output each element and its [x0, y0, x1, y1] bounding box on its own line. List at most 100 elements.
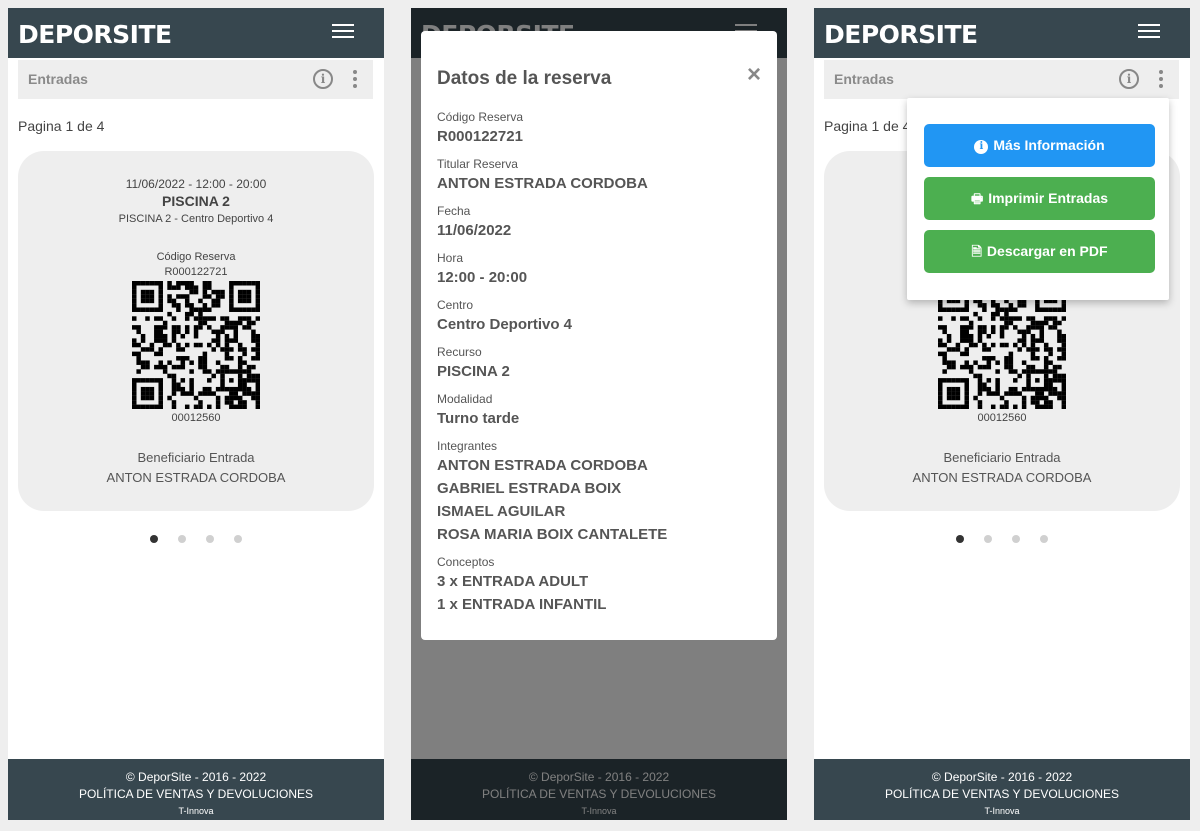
qr-module: [242, 386, 247, 392]
carousel-dot[interactable]: [178, 535, 186, 543]
qr-module: [215, 395, 221, 401]
qr-module: [986, 356, 992, 361]
qr-module: [1061, 316, 1066, 321]
carousel-dot[interactable]: [150, 535, 158, 543]
qr-module: [167, 294, 172, 299]
carousel-dot[interactable]: [956, 535, 964, 543]
qr-module: [211, 298, 216, 304]
footer-policy-link[interactable]: POLÍTICA DE VENTAS Y DEVOLUCIONES: [814, 787, 1190, 801]
field-label: Titular Reserva: [437, 157, 518, 171]
qr-module: [132, 298, 137, 304]
qr-module: [136, 342, 141, 348]
qr-module: [1013, 391, 1018, 396]
ticket-resource: PISCINA 2: [162, 193, 230, 209]
field-value: 12:00 - 20:00: [437, 269, 528, 286]
qr-module: [184, 391, 190, 396]
qr-module: [176, 386, 181, 392]
qr-module: [198, 364, 203, 370]
qr-module: [942, 378, 947, 383]
kebab-menu-icon[interactable]: [1159, 70, 1163, 88]
carousel-dot[interactable]: [984, 535, 992, 543]
qr-module: [242, 391, 247, 396]
qr-module: [202, 320, 208, 326]
qr-module: [237, 373, 243, 379]
qr-module: [224, 351, 230, 357]
qr-module: [973, 342, 978, 348]
logo[interactable]: DEPORSITE: [824, 20, 978, 49]
qr-module: [946, 347, 952, 352]
carousel-dot[interactable]: [1012, 535, 1020, 543]
qr-module: [140, 338, 146, 343]
footer-policy-link[interactable]: POLÍTICA DE VENTAS Y DEVOLUCIONES: [8, 787, 384, 801]
ticket-card: 11/06/2022 - 12:00 - 20:00 PISCINA 2 PIS…: [18, 151, 374, 511]
top-bar: DEPORSITE: [814, 8, 1190, 58]
qr-module: [946, 395, 952, 401]
qr-module: [977, 333, 983, 339]
qr-module: [1048, 347, 1053, 352]
footer-copyright: © DeporSite - 2016 - 2022: [125, 770, 267, 784]
print-tickets-button[interactable]: 🖶 Imprimir Entradas: [924, 177, 1155, 220]
qr-module: [162, 325, 168, 330]
qr-module: [220, 364, 225, 370]
qr-module: [158, 391, 163, 396]
more-info-button[interactable]: i Más Información: [924, 124, 1155, 167]
qr-module: [964, 303, 969, 308]
qr-module: [964, 378, 969, 383]
qr-module: [246, 386, 252, 392]
info-icon[interactable]: i: [1119, 69, 1139, 89]
carousel-dot[interactable]: [1040, 535, 1048, 543]
qr-module: [942, 351, 947, 357]
qr-module: [1030, 351, 1036, 357]
qr-module: [1013, 307, 1018, 312]
qr-module: [1061, 378, 1066, 383]
qr-module: [202, 369, 208, 374]
carousel-dot[interactable]: [234, 535, 242, 543]
pdf-file-icon: 🗎: [971, 244, 982, 259]
qr-module: [999, 325, 1005, 330]
qr-module: [1057, 329, 1062, 335]
qr-module: [982, 342, 987, 348]
qr-module: [1043, 382, 1049, 388]
qr-module: [180, 386, 186, 392]
qr-module: [1052, 364, 1058, 370]
qr-module: [977, 325, 983, 330]
qr-module: [255, 373, 260, 379]
logo[interactable]: DEPORSITE: [18, 20, 172, 49]
qr-module: [1043, 360, 1049, 365]
qr-module: [237, 289, 243, 295]
carousel-dot[interactable]: [206, 535, 214, 543]
info-icon[interactable]: i: [313, 69, 333, 89]
qr-module: [132, 386, 137, 392]
qr-module: [237, 395, 243, 401]
qr-module: [1035, 386, 1040, 392]
qr-module: [202, 307, 208, 312]
qr-module: [1061, 395, 1066, 401]
qr-module: [1008, 356, 1014, 361]
qr-module: [1052, 307, 1058, 312]
qr-module: [242, 347, 247, 352]
qr-module: [995, 311, 1000, 317]
qr-module: [977, 329, 983, 335]
qr-module: [973, 311, 978, 317]
qr-module: [171, 285, 177, 290]
qr-module: [255, 294, 260, 299]
qr-module: [132, 285, 137, 290]
qr-module: [184, 281, 190, 286]
qr-module: [1026, 378, 1031, 383]
qr-module: [136, 329, 141, 335]
qr-module: [171, 316, 177, 321]
qr-module: [171, 382, 177, 388]
close-icon[interactable]: ×: [747, 61, 761, 89]
qr-module: [189, 369, 194, 374]
qr-module: [1035, 356, 1040, 361]
kebab-menu-icon[interactable]: [353, 70, 357, 88]
hamburger-icon[interactable]: [1138, 24, 1160, 40]
qr-module: [158, 307, 163, 312]
qr-module: [1043, 386, 1049, 392]
download-pdf-button[interactable]: 🗎 Descargar en PDF: [924, 230, 1155, 273]
qr-module: [229, 307, 234, 312]
qr-module: [951, 391, 956, 396]
hamburger-icon[interactable]: [332, 24, 354, 40]
qr-module: [198, 360, 203, 365]
qr-module: [1017, 329, 1022, 335]
